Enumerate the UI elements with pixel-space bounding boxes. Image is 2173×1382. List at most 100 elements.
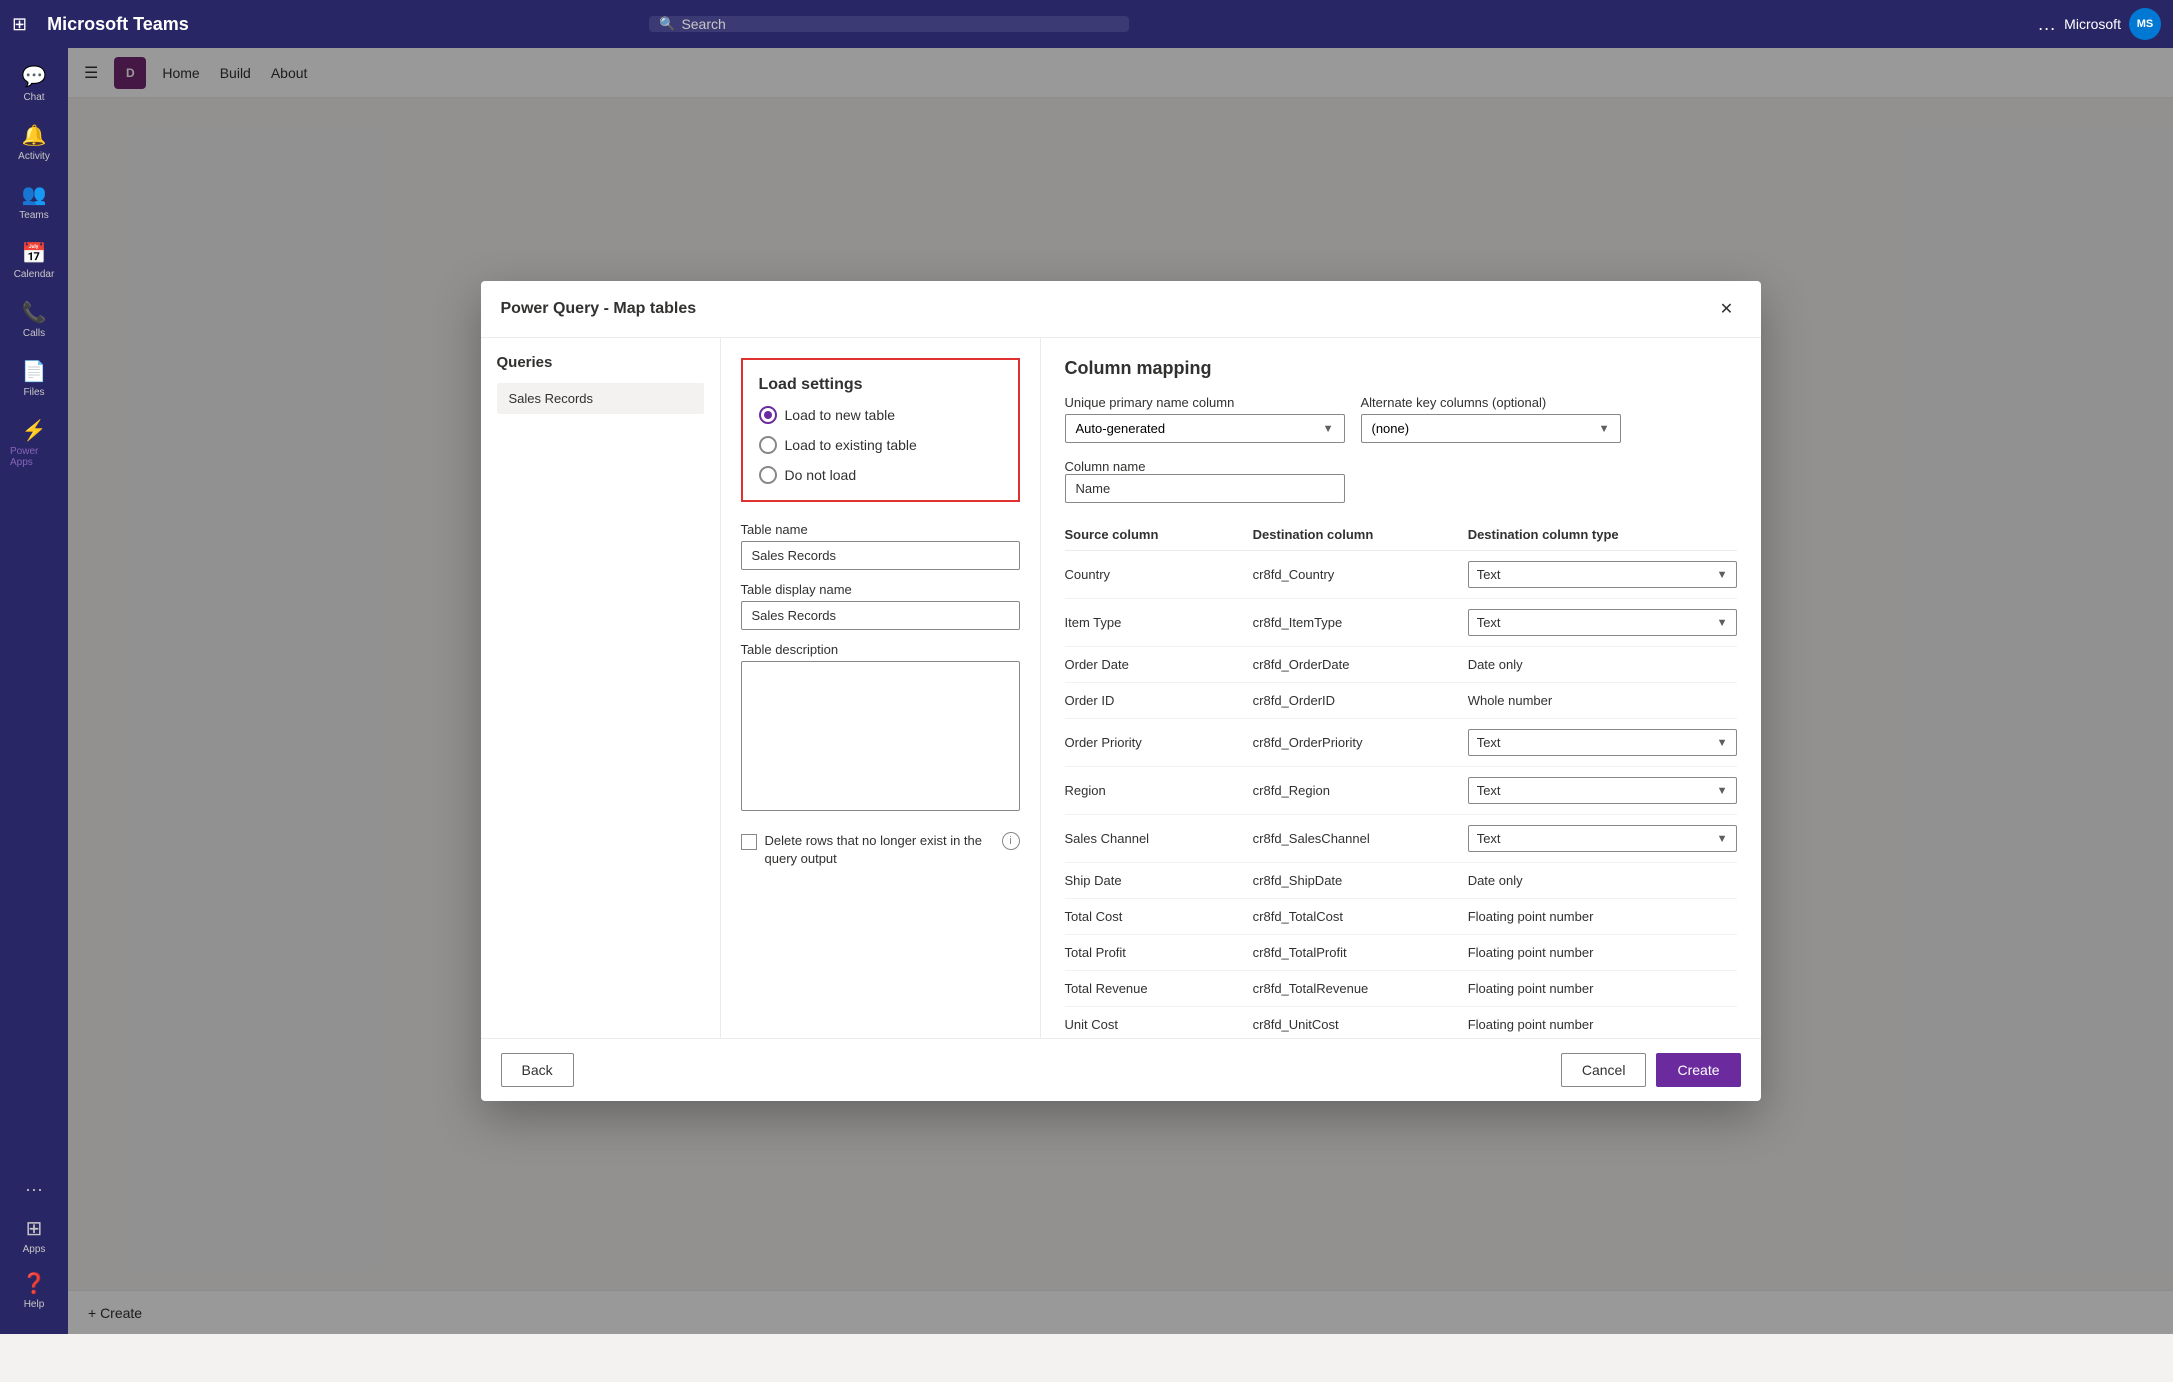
table-name-field: Table name xyxy=(741,522,1020,570)
sidebar-item-activity[interactable]: 🔔 Activity xyxy=(4,115,64,170)
type-plain-3: Whole number xyxy=(1468,693,1553,708)
type-plain-7: Date only xyxy=(1468,873,1523,888)
avatar[interactable]: MS xyxy=(2129,8,2161,40)
cell-dest-4: cr8fd_OrderPriority xyxy=(1253,719,1468,767)
sidebar-item-calls[interactable]: 📞 Calls xyxy=(4,292,64,347)
sidebar-item-powerapps[interactable]: ⚡ Power Apps xyxy=(4,410,64,476)
type-select-4[interactable]: Text▼ xyxy=(1468,729,1737,756)
power-query-dialog: Power Query - Map tables ✕ Queries Sales… xyxy=(481,281,1761,1101)
table-row: Regioncr8fd_RegionText▼ xyxy=(1065,767,1737,815)
footer-right-buttons: Cancel Create xyxy=(1561,1053,1741,1087)
type-select-0[interactable]: Text ▼ xyxy=(1468,561,1737,588)
cell-type-3: Whole number xyxy=(1468,683,1737,719)
close-button[interactable]: ✕ xyxy=(1713,295,1741,323)
table-row: Order Datecr8fd_OrderDateDate only xyxy=(1065,647,1737,683)
delete-rows-checkbox[interactable] xyxy=(741,834,757,850)
cell-dest-1: cr8fd_ItemType xyxy=(1253,599,1468,647)
mapping-selects-row: Unique primary name column Auto-generate… xyxy=(1065,395,1737,443)
help-icon: ❓ xyxy=(22,1271,47,1296)
cell-dest-6: cr8fd_SalesChannel xyxy=(1253,815,1468,863)
cell-type-4[interactable]: Text▼ xyxy=(1468,719,1737,767)
table-description-label: Table description xyxy=(741,642,1020,657)
radio-label-existing-table: Load to existing table xyxy=(785,437,917,453)
more-options-button[interactable]: ... xyxy=(2038,14,2056,35)
radio-option-existing-table[interactable]: Load to existing table xyxy=(759,436,1002,454)
cell-dest-5: cr8fd_Region xyxy=(1253,767,1468,815)
table-row: Order IDcr8fd_OrderIDWhole number xyxy=(1065,683,1737,719)
cell-dest-11: cr8fd_UnitCost xyxy=(1253,1007,1468,1039)
sidebar-item-apps[interactable]: ⊞ Apps xyxy=(4,1208,64,1263)
type-chevron-0: ▼ xyxy=(1717,569,1728,581)
column-name-input[interactable] xyxy=(1065,474,1345,503)
radio-circle-new-table xyxy=(759,406,777,424)
cell-dest-10: cr8fd_TotalRevenue xyxy=(1253,971,1468,1007)
cell-type-0[interactable]: Text ▼ xyxy=(1468,551,1737,599)
powerapps-icon-sidebar: ⚡ xyxy=(22,418,47,443)
teams-logo: Microsoft Teams xyxy=(47,14,189,35)
cell-type-5[interactable]: Text ▼ xyxy=(1468,767,1737,815)
type-select-6[interactable]: Text▼ xyxy=(1468,825,1737,852)
type-select-1[interactable]: Text▼ xyxy=(1468,609,1737,636)
alternate-key-select[interactable]: (none) ▼ xyxy=(1361,414,1621,443)
type-value-5: Text xyxy=(1477,783,1501,798)
back-button[interactable]: Back xyxy=(501,1053,574,1087)
type-value-0: Text xyxy=(1477,567,1501,582)
sidebar-label-powerapps: Power Apps xyxy=(10,446,58,468)
table-row: Ship Datecr8fd_ShipDateDate only xyxy=(1065,863,1737,899)
calls-icon: 📞 xyxy=(22,300,47,325)
cell-type-8: Floating point number xyxy=(1468,899,1737,935)
files-icon: 📄 xyxy=(22,359,47,384)
th-source-column: Source column xyxy=(1065,519,1253,551)
unique-primary-chevron: ▼ xyxy=(1323,423,1334,435)
dialog-footer: Back Cancel Create xyxy=(481,1038,1761,1101)
radio-option-do-not-load[interactable]: Do not load xyxy=(759,466,1002,484)
sidebar-item-help[interactable]: ❓ Help xyxy=(4,1263,64,1318)
query-item-sales-records[interactable]: Sales Records xyxy=(497,383,704,414)
table-display-name-input[interactable] xyxy=(741,601,1020,630)
cell-source-11: Unit Cost xyxy=(1065,1007,1253,1039)
user-name: Microsoft xyxy=(2064,16,2121,32)
create-button[interactable]: Create xyxy=(1656,1053,1740,1087)
cell-source-2: Order Date xyxy=(1065,647,1253,683)
chat-icon: 💬 xyxy=(22,64,47,89)
cell-dest-8: cr8fd_TotalCost xyxy=(1253,899,1468,935)
cell-type-9: Floating point number xyxy=(1468,935,1737,971)
main-area: ☰ D Home Build About Power Query - Map t… xyxy=(68,48,2173,1334)
delete-rows-info-icon[interactable]: i xyxy=(1002,832,1020,850)
teams-sidebar: 💬 Chat 🔔 Activity 👥 Teams 📅 Calendar 📞 C… xyxy=(0,48,68,1334)
radio-label-new-table: Load to new table xyxy=(785,407,896,423)
search-bar[interactable]: 🔍 xyxy=(649,16,1129,32)
type-chevron-5: ▼ xyxy=(1717,785,1728,797)
grid-icon[interactable]: ⊞ xyxy=(12,14,27,35)
table-row: Total Costcr8fd_TotalCostFloating point … xyxy=(1065,899,1737,935)
sidebar-item-teams[interactable]: 👥 Teams xyxy=(4,174,64,229)
radio-option-new-table[interactable]: Load to new table xyxy=(759,406,1002,424)
type-value-6: Text xyxy=(1477,831,1501,846)
cell-dest-2: cr8fd_OrderDate xyxy=(1253,647,1468,683)
cell-type-1[interactable]: Text▼ xyxy=(1468,599,1737,647)
table-row: Order Prioritycr8fd_OrderPriorityText▼ xyxy=(1065,719,1737,767)
unique-primary-select[interactable]: Auto-generated ▼ xyxy=(1065,414,1345,443)
dialog-title: Power Query - Map tables xyxy=(501,300,697,318)
cell-type-6[interactable]: Text▼ xyxy=(1468,815,1737,863)
more-dots-icon: ··· xyxy=(25,1179,43,1200)
alternate-key-value: (none) xyxy=(1372,421,1410,436)
cancel-button[interactable]: Cancel xyxy=(1561,1053,1647,1087)
table-row: Total Revenuecr8fd_TotalRevenueFloating … xyxy=(1065,971,1737,1007)
radio-inner-new-table xyxy=(764,411,772,419)
sidebar-item-files[interactable]: 📄 Files xyxy=(4,351,64,406)
unique-primary-field: Unique primary name column Auto-generate… xyxy=(1065,395,1345,443)
sidebar-label-teams: Teams xyxy=(19,210,48,221)
calendar-icon: 📅 xyxy=(22,241,47,266)
sidebar-item-chat[interactable]: 💬 Chat xyxy=(4,56,64,111)
table-name-input[interactable] xyxy=(741,541,1020,570)
sidebar-item-more[interactable]: ··· xyxy=(4,1171,64,1208)
dialog-overlay: Power Query - Map tables ✕ Queries Sales… xyxy=(68,48,2173,1334)
search-input[interactable] xyxy=(681,16,1119,32)
sidebar-item-calendar[interactable]: 📅 Calendar xyxy=(4,233,64,288)
type-value-1: Text xyxy=(1477,615,1501,630)
radio-label-do-not-load: Do not load xyxy=(785,467,857,483)
type-select-5[interactable]: Text ▼ xyxy=(1468,777,1737,804)
table-description-textarea[interactable] xyxy=(741,661,1020,811)
cell-type-7: Date only xyxy=(1468,863,1737,899)
